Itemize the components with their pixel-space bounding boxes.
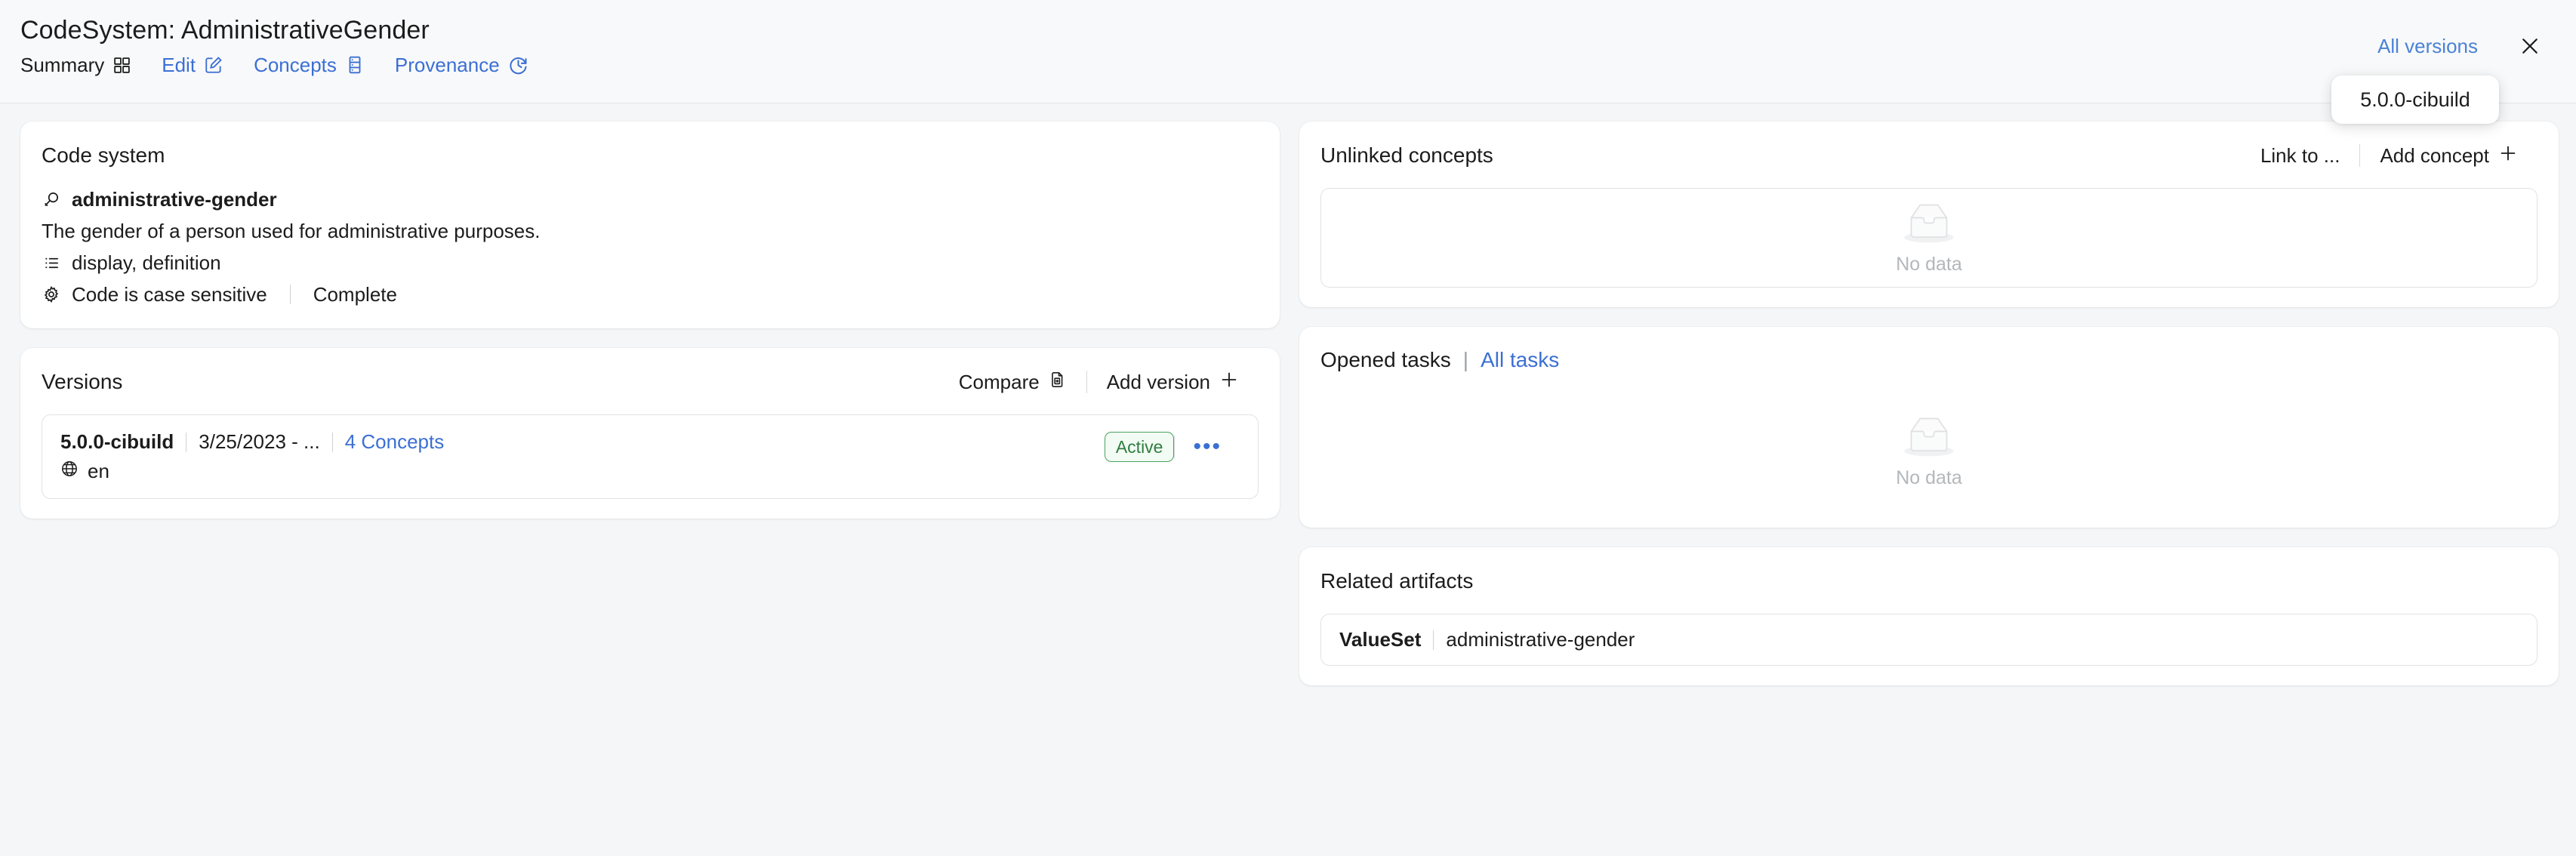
- divider: [1433, 630, 1434, 650]
- concepts-icon: [345, 55, 365, 75]
- plus-icon: [2498, 143, 2518, 168]
- top-right-actions: All versions: [2377, 33, 2543, 59]
- separator: |: [1462, 348, 1469, 371]
- link-to-button[interactable]: Link to ...: [2241, 144, 2360, 168]
- add-version-button[interactable]: Add version: [1087, 370, 1259, 395]
- related-artifacts-card-title: Related artifacts: [1320, 569, 1474, 593]
- all-versions-link[interactable]: All versions: [2377, 35, 2478, 58]
- version-item-info: 5.0.0-cibuild 3/25/2023 - ... 4 Concepts: [60, 430, 444, 483]
- list-icon: [42, 253, 61, 273]
- related-artifacts-card-header: Related artifacts: [1320, 565, 2537, 597]
- code-system-case-sensitivity: Code is case sensitive: [72, 282, 267, 306]
- empty-state-inner: No data: [1896, 414, 1962, 489]
- code-system-card-header: Code system: [42, 140, 1259, 171]
- version-item-top-row: 5.0.0-cibuild 3/25/2023 - ... 4 Concepts: [60, 430, 444, 454]
- opened-tasks-card-header: Opened tasks | All tasks: [1320, 345, 2537, 375]
- opened-tasks-card: Opened tasks | All tasks No data: [1299, 327, 2559, 528]
- more-options-icon[interactable]: •••: [1175, 436, 1240, 458]
- globe-icon: [60, 460, 79, 483]
- tab-edit[interactable]: Edit: [162, 53, 223, 77]
- history-clock-icon: [508, 55, 528, 75]
- tab-provenance[interactable]: Provenance: [395, 53, 528, 77]
- opened-tasks-empty-state: No data: [1320, 395, 2537, 508]
- code-system-name: administrative-gender: [72, 187, 277, 211]
- unlinked-concepts-card-title: Unlinked concepts: [1320, 143, 1493, 167]
- add-version-label: Add version: [1106, 370, 1210, 393]
- add-concept-button[interactable]: Add concept: [2360, 143, 2537, 168]
- close-icon[interactable]: [2517, 33, 2543, 59]
- versions-card-title: Versions: [42, 370, 123, 393]
- unlinked-concepts-card-header: Unlinked concepts Link to ... Add concep…: [1320, 140, 2537, 171]
- code-system-card: Code system administrative-gender The ge…: [20, 122, 1280, 328]
- version-date-range: 3/25/2023 - ...: [199, 430, 320, 453]
- version-dropdown-item[interactable]: 5.0.0-cibuild: [2353, 86, 2478, 113]
- divider: [289, 285, 291, 304]
- related-artifact-item[interactable]: ValueSet administrative-gender: [1320, 614, 2537, 666]
- code-system-content-mode: Complete: [313, 282, 397, 306]
- add-concept-label: Add concept: [2380, 143, 2489, 167]
- empty-state-label: No data: [1896, 254, 1962, 275]
- empty-inbox-icon: [1897, 414, 1961, 463]
- tab-edit-label: Edit: [162, 54, 196, 76]
- version-concepts-link[interactable]: 4 Concepts: [345, 430, 445, 454]
- version-language-row: en: [60, 460, 444, 483]
- tab-concepts[interactable]: Concepts: [254, 53, 365, 77]
- code-system-body: administrative-gender The gender of a pe…: [42, 185, 1259, 309]
- main-content: Code system administrative-gender The ge…: [0, 103, 2576, 856]
- versions-actions: Compare Add version: [939, 370, 1259, 395]
- top-bar: CodeSystem: AdministrativeGender Summary…: [0, 0, 2576, 124]
- code-system-settings-row: Code is case sensitive Complete: [42, 280, 1259, 309]
- empty-state-inner: No data: [1896, 200, 1962, 276]
- compare-label: Compare: [958, 370, 1040, 393]
- related-artifacts-card: Related artifacts ValueSet administrativ…: [1299, 547, 2559, 685]
- artifact-type: ValueSet: [1339, 628, 1422, 651]
- page-title: CodeSystem: AdministrativeGender: [20, 16, 430, 45]
- tab-summary-label: Summary: [20, 54, 105, 76]
- version-item-status-actions: Active •••: [1104, 430, 1240, 462]
- empty-inbox-icon: [1897, 200, 1961, 249]
- unlinked-concepts-actions: Link to ... Add concept: [2241, 143, 2537, 168]
- version-language: en: [88, 460, 109, 482]
- right-column: Unlinked concepts Link to ... Add concep…: [1299, 122, 2559, 705]
- unlinked-concepts-card: Unlinked concepts Link to ... Add concep…: [1299, 122, 2559, 307]
- compare-button[interactable]: Compare: [939, 371, 1086, 394]
- code-system-description-row: The gender of a person used for administ…: [42, 217, 1259, 245]
- tab-bar: Summary Edit Concepts Provenance: [20, 53, 2543, 77]
- code-system-name-row: administrative-gender: [42, 185, 1259, 214]
- unlinked-concepts-empty-state: No data: [1320, 188, 2537, 288]
- gear-icon: [42, 285, 61, 304]
- status-badge: Active: [1104, 432, 1175, 462]
- versions-card: Versions Compare Add version 5.0.0-cibui…: [20, 348, 1280, 519]
- code-system-properties-row: display, definition: [42, 248, 1259, 277]
- edit-icon: [204, 55, 223, 75]
- empty-state-label: No data: [1896, 467, 1962, 488]
- link-to-label: Link to ...: [2260, 143, 2340, 167]
- version-number: 5.0.0-cibuild: [60, 430, 174, 453]
- tab-concepts-label: Concepts: [254, 54, 337, 76]
- code-system-card-title: Code system: [42, 143, 165, 167]
- version-dropdown-popover: 5.0.0-cibuild: [2331, 75, 2499, 124]
- left-column: Code system administrative-gender The ge…: [20, 122, 1280, 538]
- all-tasks-link[interactable]: All tasks: [1481, 345, 1559, 375]
- version-list-item[interactable]: 5.0.0-cibuild 3/25/2023 - ... 4 Concepts: [42, 414, 1259, 499]
- search-icon: [42, 189, 61, 209]
- plus-icon: [1219, 370, 1239, 395]
- opened-tasks-card-title: Opened tasks: [1320, 348, 1451, 371]
- code-system-description: The gender of a person used for administ…: [42, 220, 541, 242]
- tab-provenance-label: Provenance: [394, 54, 500, 76]
- versions-card-header: Versions Compare Add version: [42, 366, 1259, 398]
- artifact-value: administrative-gender: [1446, 628, 1635, 651]
- compare-document-icon: [1049, 371, 1067, 394]
- code-system-properties: display, definition: [72, 251, 221, 274]
- grid-icon: [112, 56, 131, 75]
- tab-summary[interactable]: Summary: [20, 53, 131, 77]
- divider: [331, 432, 333, 452]
